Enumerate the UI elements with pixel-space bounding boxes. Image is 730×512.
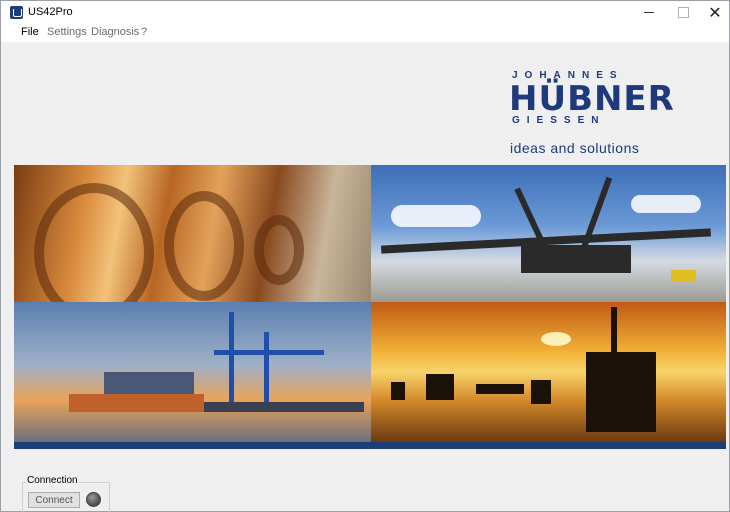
logo-tagline: ideas and solutions bbox=[510, 140, 640, 156]
connect-button[interactable]: Connect bbox=[28, 492, 80, 508]
logo-main-text: HÜBNER bbox=[509, 79, 675, 119]
menu-help[interactable]: ? bbox=[141, 26, 147, 38]
menu-diagnosis[interactable]: Diagnosis bbox=[91, 26, 139, 38]
port-image bbox=[14, 302, 371, 442]
menu-settings[interactable]: Settings bbox=[47, 26, 87, 38]
excavator-image bbox=[371, 165, 726, 302]
app-window: US42Pro ✕ File Settings Diagnosis ? JOHA… bbox=[0, 0, 730, 512]
connection-status-indicator bbox=[86, 492, 101, 507]
window-title: US42Pro bbox=[28, 6, 73, 18]
minimize-button[interactable] bbox=[632, 1, 666, 24]
menu-bar: File Settings Diagnosis ? bbox=[1, 24, 729, 42]
close-button[interactable]: ✕ bbox=[698, 1, 730, 24]
logo-bottom-text: GIESSEN bbox=[512, 115, 606, 126]
brand-bar bbox=[14, 442, 726, 449]
main-content: JOHANNES HÜBNER GIESSEN ideas and soluti… bbox=[1, 42, 729, 512]
menu-file[interactable]: File bbox=[21, 26, 39, 38]
steel-coils-image bbox=[14, 165, 371, 302]
connection-group: Connection Connect bbox=[22, 475, 110, 512]
maximize-button[interactable] bbox=[666, 1, 700, 24]
oil-rig-image bbox=[371, 302, 726, 442]
connection-group-label: Connection bbox=[26, 475, 79, 486]
image-collage bbox=[14, 165, 726, 449]
app-icon bbox=[10, 6, 23, 19]
title-bar[interactable]: US42Pro ✕ bbox=[1, 1, 729, 24]
